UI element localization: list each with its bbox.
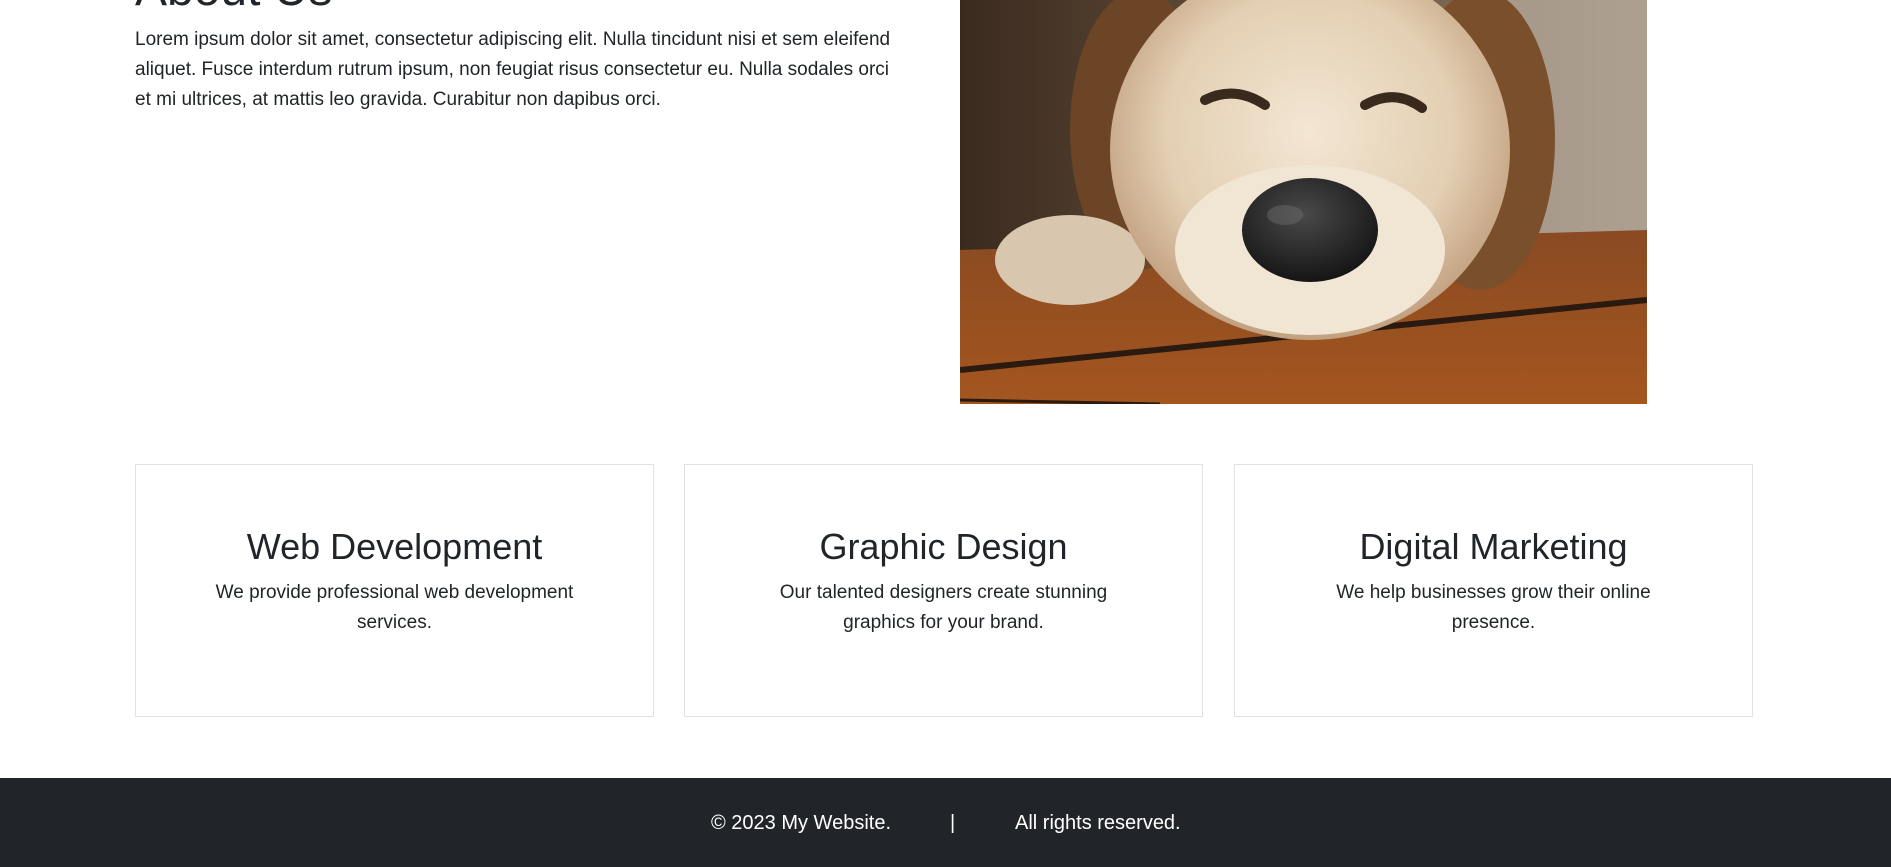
service-title: Digital Marketing bbox=[1359, 526, 1628, 567]
footer-separator: | bbox=[950, 812, 956, 834]
service-title: Graphic Design bbox=[819, 526, 1068, 567]
dog-image bbox=[960, 0, 1647, 404]
service-description: We help businesses grow their online pre… bbox=[1336, 582, 1651, 633]
service-card-web-development: Web Development We provide professional … bbox=[135, 464, 654, 717]
service-card-digital-marketing: Digital Marketing We help businesses gro… bbox=[1234, 464, 1753, 717]
service-title: Web Development bbox=[246, 526, 543, 567]
footer-rights: All rights reserved. bbox=[1015, 812, 1181, 834]
about-title: About Us bbox=[135, 0, 332, 18]
service-description: We provide professional web development … bbox=[215, 582, 574, 633]
footer-copyright: © 2023 My Website. bbox=[711, 812, 891, 834]
about-text: Lorem ipsum dolor sit amet, consectetur … bbox=[135, 29, 891, 110]
page: About Us Lorem ipsum dolor sit amet, con… bbox=[0, 0, 1891, 867]
footer: © 2023 My Website. | All rights reserved… bbox=[0, 778, 1891, 867]
service-card-graphic-design: Graphic Design Our talented designers cr… bbox=[684, 464, 1203, 717]
service-description: Our talented designers create stunning g… bbox=[779, 582, 1108, 633]
